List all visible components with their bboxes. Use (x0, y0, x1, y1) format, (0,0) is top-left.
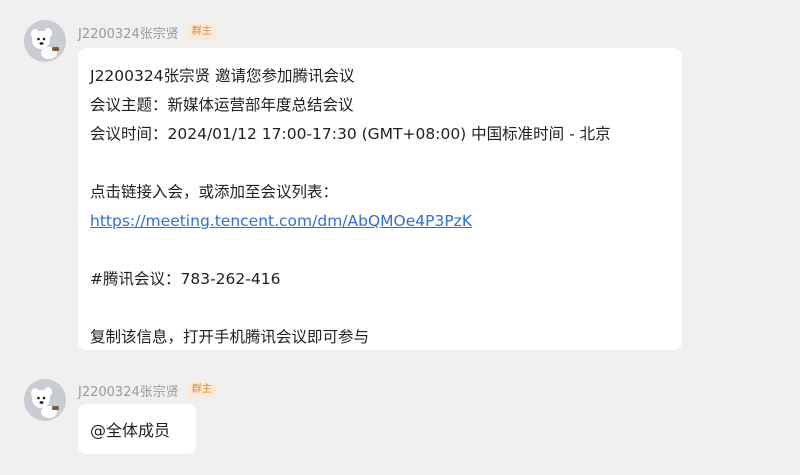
avatar[interactable] (24, 20, 66, 62)
sender-name[interactable]: J2200324张宗贤 (78, 23, 179, 42)
meeting-link-line: https://meeting.tencent.com/dm/AbQMOe4P3… (90, 207, 670, 236)
avatar[interactable] (24, 379, 66, 421)
meeting-topic: 会议主题：新媒体运营部年度总结会议 (90, 96, 354, 114)
role-badge: 群主 (186, 24, 217, 40)
message-bubble[interactable]: @全体成员 (78, 404, 196, 454)
message-2-meta: J2200324张宗贤 群主 (78, 380, 217, 400)
invite-line: J2200324张宗贤 邀请您参加腾讯会议 (90, 67, 355, 85)
sender-name[interactable]: J2200324张宗贤 (78, 381, 179, 400)
cartoon-dog-avatar-icon (24, 379, 66, 421)
message-1-meta: J2200324张宗贤 群主 (78, 22, 217, 42)
mention-all-text: @全体成员 (90, 421, 171, 440)
copy-instruction: 复制该信息，打开手机腾讯会议即可参与 (90, 328, 370, 346)
meeting-id: #腾讯会议：783-262-416 (90, 270, 281, 288)
role-badge: 群主 (186, 382, 217, 398)
cartoon-dog-avatar-icon (24, 20, 66, 62)
message-bubble[interactable]: J2200324张宗贤 邀请您参加腾讯会议 会议主题：新媒体运营部年度总结会议 … (78, 48, 682, 350)
meeting-link[interactable]: https://meeting.tencent.com/dm/AbQMOe4P3… (90, 212, 472, 230)
join-instruction: 点击链接入会，或添加至会议列表： (90, 183, 339, 201)
meeting-time: 会议时间：2024/01/12 17:00-17:30 (GMT+08:00) … (90, 125, 611, 143)
